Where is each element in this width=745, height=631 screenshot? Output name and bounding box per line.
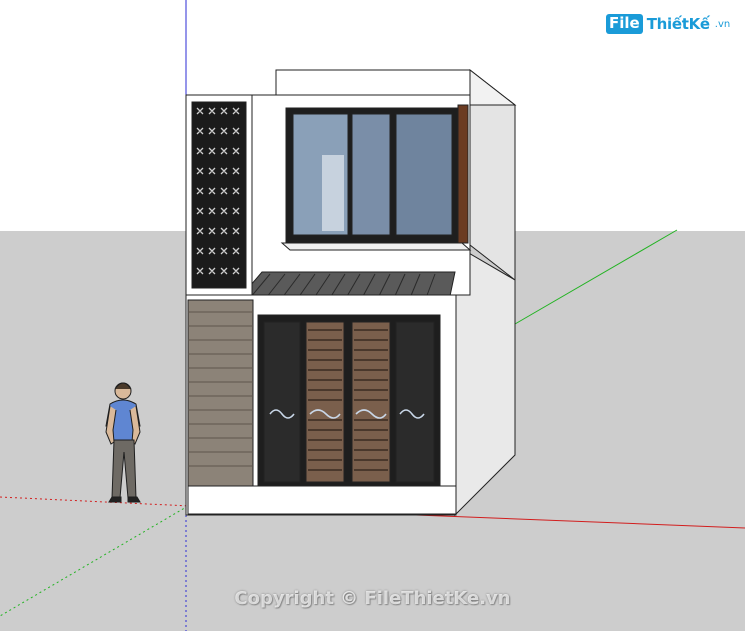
- door-side-left: [263, 321, 301, 483]
- logo-domain: .vn: [714, 18, 731, 30]
- plinth: [187, 485, 457, 515]
- door-leaf-right: [351, 321, 391, 483]
- door-leaf-left: [305, 321, 345, 483]
- window-glass-right: [395, 113, 453, 236]
- window-wood-post: [457, 104, 469, 244]
- door-side-right: [395, 321, 435, 483]
- window-sill: [280, 242, 472, 251]
- stone-cladding: [187, 299, 254, 487]
- logo-text: ThiếtKế: [646, 15, 710, 33]
- window-glass-mid: [351, 113, 391, 236]
- filethietke-logo: File ThiếtKế .vn: [606, 14, 730, 34]
- house-model[interactable]: [185, 68, 517, 517]
- sketchup-viewport[interactable]: [0, 0, 745, 631]
- copyright-watermark: Copyright © FileThietKe.vn: [234, 588, 511, 609]
- logo-mark: File: [606, 14, 643, 34]
- window-reflection: [322, 155, 344, 231]
